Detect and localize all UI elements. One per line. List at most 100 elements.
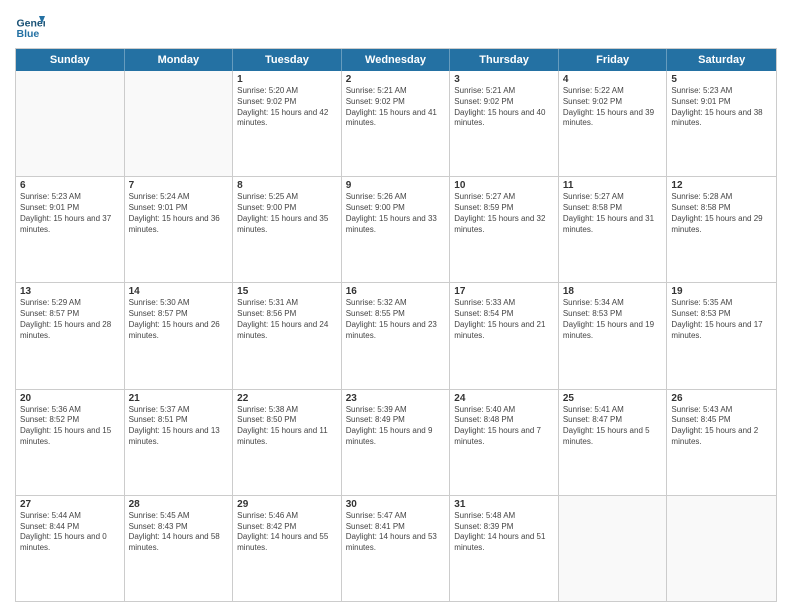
cell-date: 9 bbox=[346, 180, 446, 191]
cell-info: Sunrise: 5:23 AM Sunset: 9:01 PM Dayligh… bbox=[671, 86, 772, 129]
cell-info: Sunrise: 5:48 AM Sunset: 8:39 PM Dayligh… bbox=[454, 511, 554, 554]
day-header-friday: Friday bbox=[559, 49, 668, 71]
calendar-cell: 2Sunrise: 5:21 AM Sunset: 9:02 PM Daylig… bbox=[342, 71, 451, 176]
calendar-cell: 27Sunrise: 5:44 AM Sunset: 8:44 PM Dayli… bbox=[16, 496, 125, 601]
cell-info: Sunrise: 5:45 AM Sunset: 8:43 PM Dayligh… bbox=[129, 511, 229, 554]
cell-date: 25 bbox=[563, 393, 663, 404]
calendar-cell: 30Sunrise: 5:47 AM Sunset: 8:41 PM Dayli… bbox=[342, 496, 451, 601]
day-header-sunday: Sunday bbox=[16, 49, 125, 71]
cell-info: Sunrise: 5:27 AM Sunset: 8:59 PM Dayligh… bbox=[454, 192, 554, 235]
calendar-row: 13Sunrise: 5:29 AM Sunset: 8:57 PM Dayli… bbox=[16, 283, 776, 389]
cell-date: 5 bbox=[671, 74, 772, 85]
cell-date: 10 bbox=[454, 180, 554, 191]
cell-info: Sunrise: 5:43 AM Sunset: 8:45 PM Dayligh… bbox=[671, 405, 772, 448]
calendar-cell: 29Sunrise: 5:46 AM Sunset: 8:42 PM Dayli… bbox=[233, 496, 342, 601]
cell-info: Sunrise: 5:47 AM Sunset: 8:41 PM Dayligh… bbox=[346, 511, 446, 554]
cell-info: Sunrise: 5:40 AM Sunset: 8:48 PM Dayligh… bbox=[454, 405, 554, 448]
day-header-tuesday: Tuesday bbox=[233, 49, 342, 71]
calendar-cell: 24Sunrise: 5:40 AM Sunset: 8:48 PM Dayli… bbox=[450, 390, 559, 495]
cell-date: 6 bbox=[20, 180, 120, 191]
cell-info: Sunrise: 5:38 AM Sunset: 8:50 PM Dayligh… bbox=[237, 405, 337, 448]
cell-info: Sunrise: 5:35 AM Sunset: 8:53 PM Dayligh… bbox=[671, 298, 772, 341]
cell-info: Sunrise: 5:33 AM Sunset: 8:54 PM Dayligh… bbox=[454, 298, 554, 341]
cell-date: 23 bbox=[346, 393, 446, 404]
calendar-row: 1Sunrise: 5:20 AM Sunset: 9:02 PM Daylig… bbox=[16, 71, 776, 177]
cell-date: 19 bbox=[671, 286, 772, 297]
day-header-saturday: Saturday bbox=[667, 49, 776, 71]
calendar-cell: 10Sunrise: 5:27 AM Sunset: 8:59 PM Dayli… bbox=[450, 177, 559, 282]
calendar: SundayMondayTuesdayWednesdayThursdayFrid… bbox=[15, 48, 777, 602]
cell-date: 8 bbox=[237, 180, 337, 191]
cell-date: 18 bbox=[563, 286, 663, 297]
cell-info: Sunrise: 5:27 AM Sunset: 8:58 PM Dayligh… bbox=[563, 192, 663, 235]
calendar-cell: 16Sunrise: 5:32 AM Sunset: 8:55 PM Dayli… bbox=[342, 283, 451, 388]
cell-info: Sunrise: 5:37 AM Sunset: 8:51 PM Dayligh… bbox=[129, 405, 229, 448]
cell-info: Sunrise: 5:20 AM Sunset: 9:02 PM Dayligh… bbox=[237, 86, 337, 129]
logo: General Blue bbox=[15, 10, 45, 40]
cell-date: 20 bbox=[20, 393, 120, 404]
cell-date: 22 bbox=[237, 393, 337, 404]
calendar-cell: 31Sunrise: 5:48 AM Sunset: 8:39 PM Dayli… bbox=[450, 496, 559, 601]
calendar-cell bbox=[125, 71, 234, 176]
cell-date: 11 bbox=[563, 180, 663, 191]
calendar-cell: 4Sunrise: 5:22 AM Sunset: 9:02 PM Daylig… bbox=[559, 71, 668, 176]
cell-date: 21 bbox=[129, 393, 229, 404]
calendar-cell: 9Sunrise: 5:26 AM Sunset: 9:00 PM Daylig… bbox=[342, 177, 451, 282]
calendar-cell bbox=[16, 71, 125, 176]
calendar-cell bbox=[667, 496, 776, 601]
day-header-monday: Monday bbox=[125, 49, 234, 71]
cell-info: Sunrise: 5:28 AM Sunset: 8:58 PM Dayligh… bbox=[671, 192, 772, 235]
day-header-wednesday: Wednesday bbox=[342, 49, 451, 71]
calendar-cell: 15Sunrise: 5:31 AM Sunset: 8:56 PM Dayli… bbox=[233, 283, 342, 388]
cell-date: 7 bbox=[129, 180, 229, 191]
page-header: General Blue bbox=[15, 10, 777, 40]
calendar-cell: 19Sunrise: 5:35 AM Sunset: 8:53 PM Dayli… bbox=[667, 283, 776, 388]
calendar-cell: 12Sunrise: 5:28 AM Sunset: 8:58 PM Dayli… bbox=[667, 177, 776, 282]
calendar-cell: 25Sunrise: 5:41 AM Sunset: 8:47 PM Dayli… bbox=[559, 390, 668, 495]
cell-date: 15 bbox=[237, 286, 337, 297]
cell-date: 26 bbox=[671, 393, 772, 404]
cell-info: Sunrise: 5:23 AM Sunset: 9:01 PM Dayligh… bbox=[20, 192, 120, 235]
cell-info: Sunrise: 5:25 AM Sunset: 9:00 PM Dayligh… bbox=[237, 192, 337, 235]
calendar-cell: 28Sunrise: 5:45 AM Sunset: 8:43 PM Dayli… bbox=[125, 496, 234, 601]
cell-date: 27 bbox=[20, 499, 120, 510]
cell-date: 30 bbox=[346, 499, 446, 510]
cell-date: 24 bbox=[454, 393, 554, 404]
calendar-cell: 13Sunrise: 5:29 AM Sunset: 8:57 PM Dayli… bbox=[16, 283, 125, 388]
cell-info: Sunrise: 5:22 AM Sunset: 9:02 PM Dayligh… bbox=[563, 86, 663, 129]
cell-date: 29 bbox=[237, 499, 337, 510]
cell-info: Sunrise: 5:39 AM Sunset: 8:49 PM Dayligh… bbox=[346, 405, 446, 448]
cell-info: Sunrise: 5:24 AM Sunset: 9:01 PM Dayligh… bbox=[129, 192, 229, 235]
cell-date: 28 bbox=[129, 499, 229, 510]
cell-info: Sunrise: 5:41 AM Sunset: 8:47 PM Dayligh… bbox=[563, 405, 663, 448]
calendar-cell: 22Sunrise: 5:38 AM Sunset: 8:50 PM Dayli… bbox=[233, 390, 342, 495]
calendar-header: SundayMondayTuesdayWednesdayThursdayFrid… bbox=[16, 49, 776, 71]
cell-date: 14 bbox=[129, 286, 229, 297]
calendar-row: 27Sunrise: 5:44 AM Sunset: 8:44 PM Dayli… bbox=[16, 496, 776, 601]
calendar-cell: 7Sunrise: 5:24 AM Sunset: 9:01 PM Daylig… bbox=[125, 177, 234, 282]
cell-date: 3 bbox=[454, 74, 554, 85]
calendar-cell: 26Sunrise: 5:43 AM Sunset: 8:45 PM Dayli… bbox=[667, 390, 776, 495]
calendar-row: 20Sunrise: 5:36 AM Sunset: 8:52 PM Dayli… bbox=[16, 390, 776, 496]
cell-info: Sunrise: 5:21 AM Sunset: 9:02 PM Dayligh… bbox=[346, 86, 446, 129]
calendar-cell: 18Sunrise: 5:34 AM Sunset: 8:53 PM Dayli… bbox=[559, 283, 668, 388]
calendar-cell: 21Sunrise: 5:37 AM Sunset: 8:51 PM Dayli… bbox=[125, 390, 234, 495]
calendar-cell: 8Sunrise: 5:25 AM Sunset: 9:00 PM Daylig… bbox=[233, 177, 342, 282]
calendar-row: 6Sunrise: 5:23 AM Sunset: 9:01 PM Daylig… bbox=[16, 177, 776, 283]
cell-info: Sunrise: 5:29 AM Sunset: 8:57 PM Dayligh… bbox=[20, 298, 120, 341]
day-header-thursday: Thursday bbox=[450, 49, 559, 71]
cell-info: Sunrise: 5:46 AM Sunset: 8:42 PM Dayligh… bbox=[237, 511, 337, 554]
calendar-cell: 14Sunrise: 5:30 AM Sunset: 8:57 PM Dayli… bbox=[125, 283, 234, 388]
cell-date: 13 bbox=[20, 286, 120, 297]
calendar-cell: 5Sunrise: 5:23 AM Sunset: 9:01 PM Daylig… bbox=[667, 71, 776, 176]
cell-date: 17 bbox=[454, 286, 554, 297]
cell-info: Sunrise: 5:30 AM Sunset: 8:57 PM Dayligh… bbox=[129, 298, 229, 341]
calendar-cell: 1Sunrise: 5:20 AM Sunset: 9:02 PM Daylig… bbox=[233, 71, 342, 176]
cell-info: Sunrise: 5:36 AM Sunset: 8:52 PM Dayligh… bbox=[20, 405, 120, 448]
calendar-cell: 6Sunrise: 5:23 AM Sunset: 9:01 PM Daylig… bbox=[16, 177, 125, 282]
cell-info: Sunrise: 5:32 AM Sunset: 8:55 PM Dayligh… bbox=[346, 298, 446, 341]
cell-info: Sunrise: 5:31 AM Sunset: 8:56 PM Dayligh… bbox=[237, 298, 337, 341]
calendar-cell bbox=[559, 496, 668, 601]
cell-date: 1 bbox=[237, 74, 337, 85]
cell-date: 31 bbox=[454, 499, 554, 510]
